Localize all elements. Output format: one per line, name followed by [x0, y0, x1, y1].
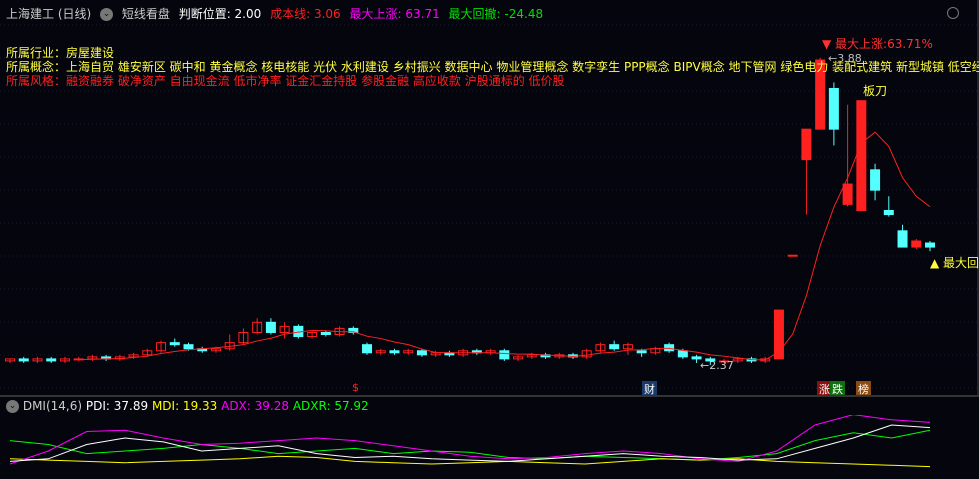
- dmi-adxr: ADXR: 57.92: [292, 399, 369, 413]
- candle: [787, 254, 798, 257]
- dmi-adx-line: [9, 415, 931, 465]
- candle: [828, 87, 839, 130]
- candle: [265, 321, 276, 333]
- candle: [499, 350, 510, 360]
- moving-average-line: [78, 131, 931, 361]
- blade-annotation: 板刀: [863, 84, 888, 98]
- dmi-mdi-line: [9, 455, 931, 468]
- candle: [18, 358, 29, 362]
- event-s-icon[interactable]: $: [350, 381, 361, 394]
- candle: [362, 344, 373, 354]
- candle: [320, 331, 331, 336]
- max-drawdown-annotation: ▲ 最大回: [930, 256, 979, 270]
- style-info: 所属风格：融资融券 破净资产 自由现金流 低市净率 证金汇金持股 参股金融 高应…: [6, 74, 565, 88]
- max-rise-annotation: ▼ 最大上涨:63.71%: [822, 37, 933, 51]
- dmi-mdi: MDI: 19.33: [151, 399, 218, 413]
- dmi-header: ⌄ DMI(14,6) PDI: 37.89 MDI: 19.33 ADX: 3…: [6, 399, 369, 413]
- dmi-adx: ADX: 39.28: [221, 399, 289, 413]
- candle: [925, 242, 935, 248]
- candle: [897, 230, 908, 248]
- chevron-down-icon[interactable]: ⌄: [6, 400, 19, 413]
- candle: [46, 358, 57, 362]
- candle: [677, 350, 688, 358]
- candle: [169, 342, 180, 346]
- candle: [664, 344, 675, 352]
- panel-divider[interactable]: [0, 395, 979, 397]
- high-price-label: ←3.88: [828, 52, 862, 65]
- dmi-chart[interactable]: [0, 415, 979, 479]
- low-price-label: ←2.37: [700, 359, 734, 372]
- dmi-title[interactable]: DMI(14,6): [23, 399, 82, 413]
- candle: [609, 344, 620, 350]
- candle: [911, 240, 922, 248]
- candle: [389, 350, 400, 354]
- candle: [856, 100, 867, 211]
- candle: [883, 209, 894, 216]
- candle: [801, 128, 812, 161]
- candle: [842, 183, 853, 205]
- candle: [183, 344, 194, 350]
- dmi-pdi: PDI: 37.89: [85, 399, 149, 413]
- candle: [870, 169, 881, 191]
- candle: [636, 350, 647, 354]
- candle: [416, 350, 427, 356]
